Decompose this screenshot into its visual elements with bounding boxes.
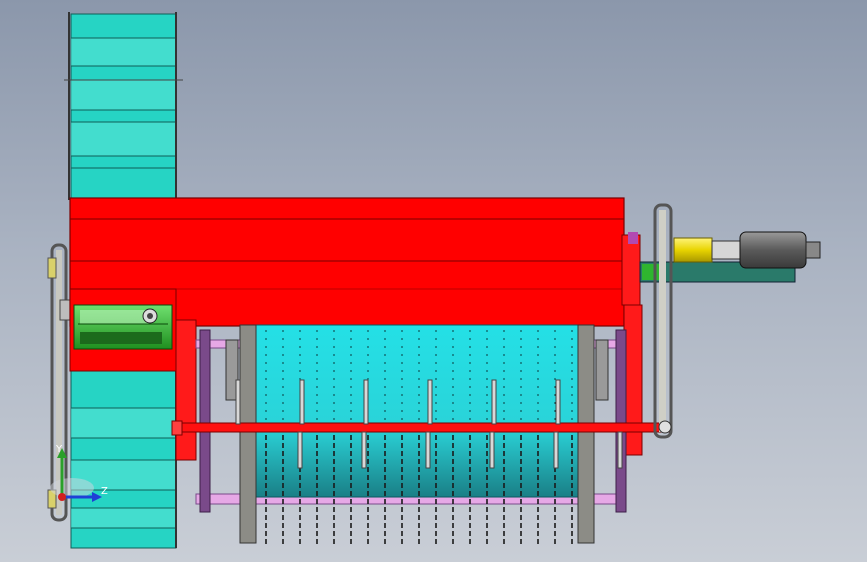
- rotor-drum: [239, 324, 595, 545]
- tine-arm: [491, 379, 497, 425]
- tine-arm: [427, 379, 433, 425]
- upper-chute: [64, 12, 183, 201]
- gearbox: [73, 304, 173, 350]
- tine-arm: [299, 379, 305, 425]
- tine-arm-lower: [617, 431, 623, 469]
- tine-arm: [235, 379, 241, 425]
- y-axis-label: Y: [55, 444, 63, 455]
- tine-arm-lower: [489, 431, 495, 469]
- z-axis-label: Z: [101, 486, 108, 497]
- tine-arm: [363, 379, 369, 425]
- cad-viewport[interactable]: Y Z: [0, 0, 867, 562]
- tine-arm-lower: [361, 431, 367, 469]
- tine-arm-lower: [553, 431, 559, 469]
- lower-chute: [70, 369, 177, 549]
- tine-arm: [555, 379, 561, 425]
- pto-shaft: [673, 237, 741, 263]
- motor: [739, 231, 821, 269]
- tine-arm-lower: [297, 431, 303, 469]
- tine-arm-lower: [425, 431, 431, 469]
